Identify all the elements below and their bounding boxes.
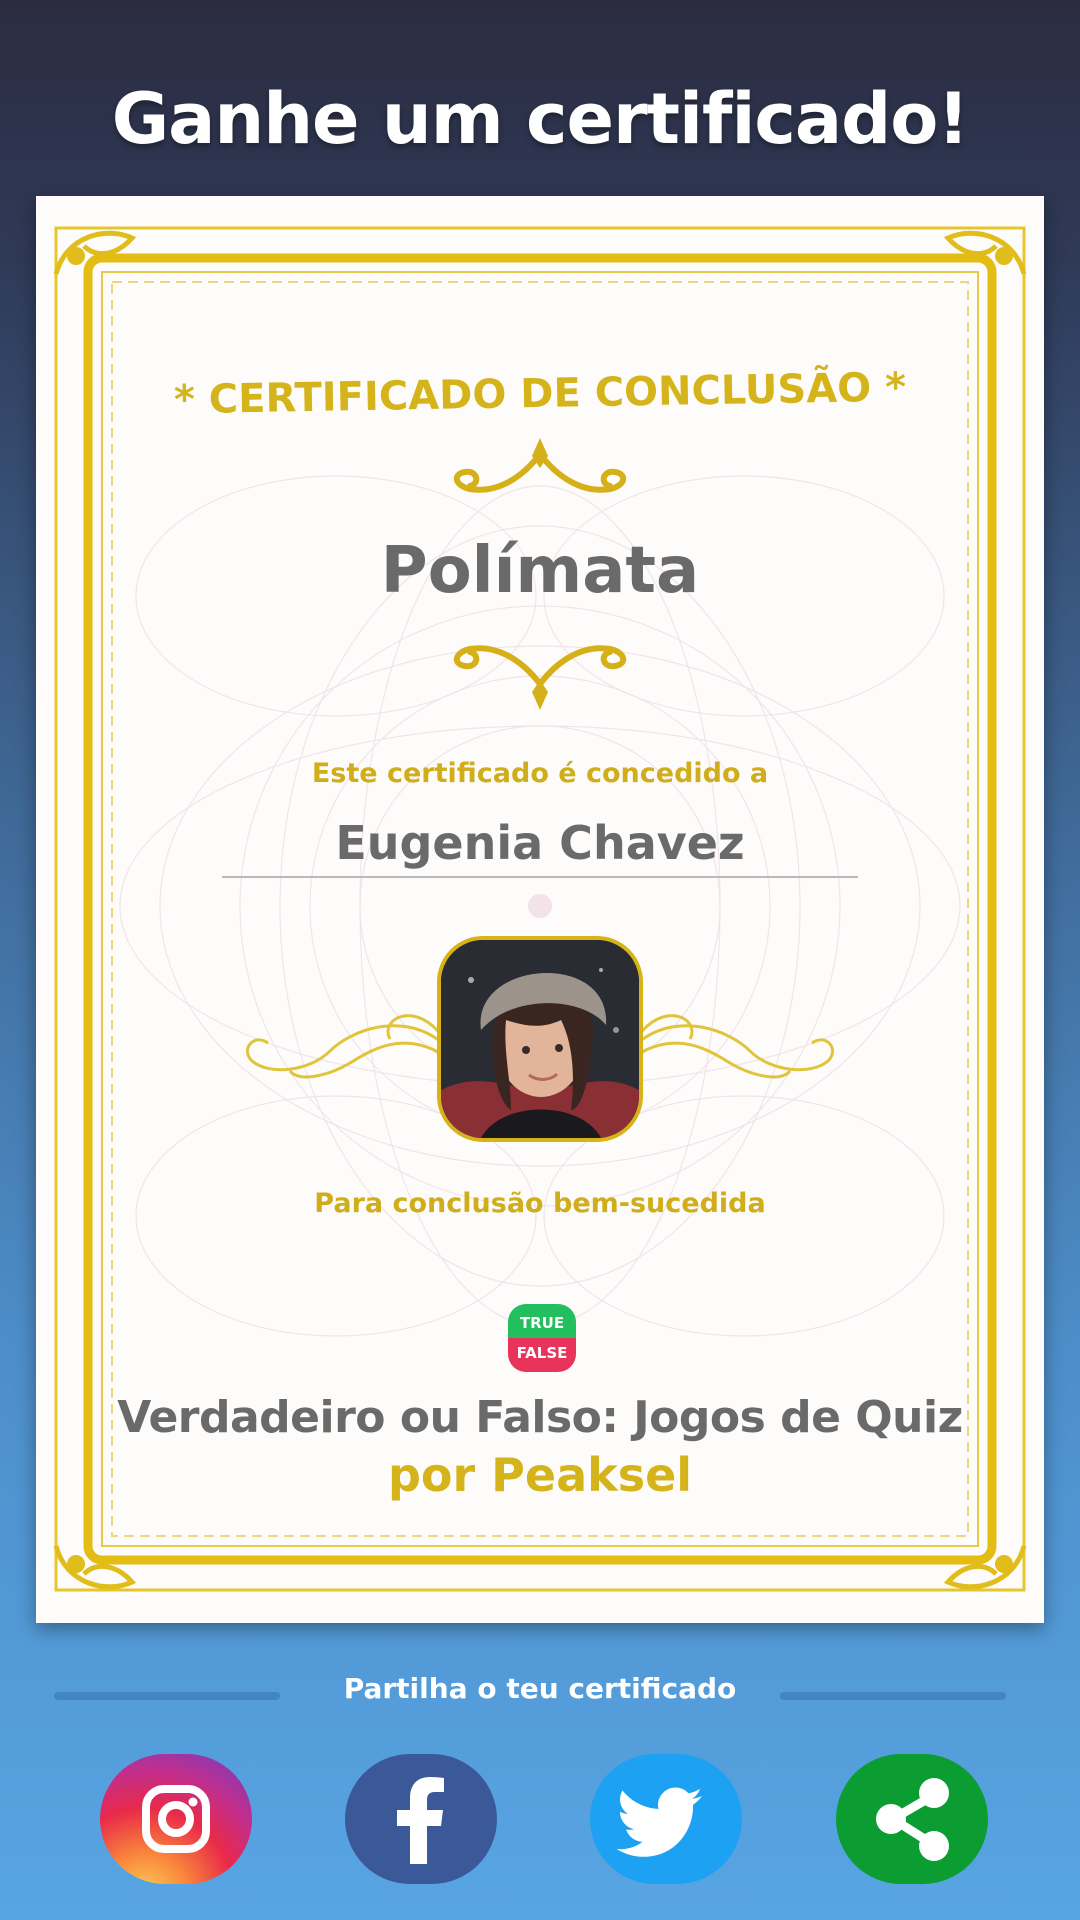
avatar-portrait — [441, 940, 639, 1138]
left-swirl-ornament — [245, 1014, 440, 1079]
app-name: Verdadeiro ou Falso: Jogos de Quiz — [117, 1392, 963, 1443]
facebook-share-button[interactable] — [345, 1754, 497, 1884]
twitter-icon — [616, 1787, 702, 1857]
avatar — [437, 936, 643, 1142]
share-label: Partilha o teu certificado — [343, 1672, 737, 1705]
bottom-ornament — [453, 645, 627, 710]
completion-label: Para conclusão bem-sucedida — [314, 1188, 766, 1219]
certificate-card: * CERTIFICADO DE CONCLUSÃO * Polímata Es… — [36, 196, 1044, 1623]
app-logo-false-label: FALSE — [508, 1338, 576, 1372]
recipient-name: Eugenia Chavez — [335, 816, 745, 870]
instagram-icon — [142, 1785, 210, 1853]
facebook-icon — [397, 1777, 444, 1864]
awarded-to-label: Este certificado é concedido a — [311, 758, 769, 789]
achievement-title: Polímata — [380, 534, 700, 608]
top-ornament — [453, 438, 627, 493]
app-logo-true-label: TRUE — [508, 1304, 576, 1338]
page-title: Ganhe um certificado! — [111, 78, 970, 160]
generic-share-button[interactable] — [836, 1754, 988, 1884]
right-swirl-ornament — [640, 1014, 835, 1079]
instagram-share-button[interactable] — [100, 1754, 252, 1884]
share-icon — [876, 1778, 949, 1861]
twitter-share-button[interactable] — [590, 1754, 742, 1884]
publisher-name: por Peaksel — [387, 1448, 693, 1502]
name-underline — [222, 876, 858, 878]
app-logo: TRUE FALSE — [508, 1304, 576, 1372]
